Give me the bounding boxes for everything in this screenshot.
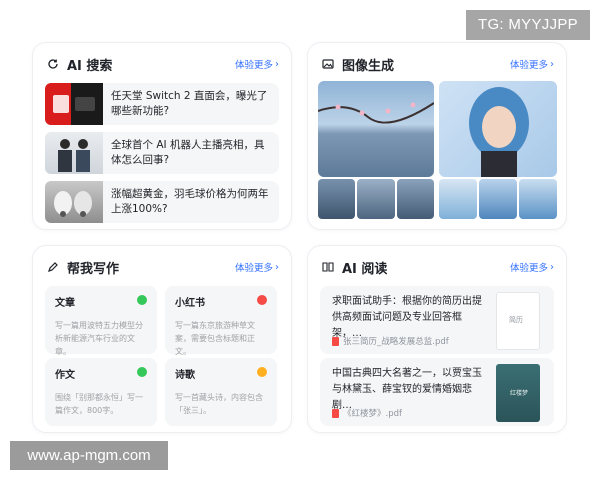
resume-cover: 简历	[496, 292, 540, 350]
reading-card: AI 阅读 体验更多 › 求职面试助手：根据你的简历出提供高频面试问题及专业回答框…	[307, 245, 567, 433]
reading-doc-hongloumeng[interactable]: 中国古典四大名著之一，以贾宝玉与林黛玉、薛宝钗的爱情婚姻悲剧… 《红楼梦》.pd…	[320, 358, 554, 426]
plum-thumb-3[interactable]	[397, 179, 434, 219]
tile-title: 小红书	[175, 298, 205, 309]
chevron-right-icon: ›	[550, 261, 554, 273]
hongloumeng-cover: 红楼梦	[496, 364, 540, 422]
image-gen-card: 图像生成 体验更多 ›	[307, 42, 567, 230]
news-item-badminton[interactable]: 涨幅超黄金，羽毛球价格为何两年上涨100%?	[45, 181, 279, 223]
writing-tile-xiaohongshu[interactable]: 小红书 写一篇东京旅游种草文案，需要包含标题和正文。	[165, 286, 277, 356]
writing-more-link[interactable]: 体验更多 ›	[235, 260, 279, 275]
image-gen-header: 图像生成 体验更多 ›	[322, 53, 554, 75]
pdf-icon	[332, 336, 339, 346]
writing-tile-essay[interactable]: 作文 围绕「别那都永恒」写一篇作文，800字。	[45, 358, 157, 426]
reading-header: AI 阅读 体验更多 ›	[322, 256, 554, 278]
ai-search-header: AI 搜索 体验更多 ›	[47, 53, 279, 75]
news-text: 涨幅超黄金，羽毛球价格为何两年上涨100%?	[111, 188, 269, 215]
tile-desc: 写一篇东京旅游种草文案，需要包含标题和正文。	[175, 321, 255, 356]
xiaohongshu-dot-icon	[257, 295, 267, 305]
writing-tile-poem[interactable]: 诗歌 写一首藏头诗，内容包含「张三」。	[165, 358, 277, 426]
plum-blossom-sea-image[interactable]	[318, 81, 434, 177]
doc-file: 《红楼梦》.pdf	[332, 407, 402, 419]
image-icon	[322, 59, 334, 69]
portrait-thumb-1[interactable]	[439, 179, 477, 219]
poem-dot-icon	[257, 367, 267, 377]
ai-search-title: AI 搜索	[67, 58, 113, 74]
tile-desc: 写一首藏头诗，内容包含「张三」。	[175, 393, 263, 415]
writing-title: 帮我写作	[67, 261, 120, 277]
tile-title: 作文	[55, 370, 75, 381]
ai-search-more-link[interactable]: 体验更多 ›	[235, 57, 279, 72]
blue-hair-portrait-image[interactable]	[439, 81, 557, 177]
switch-thumbnail	[45, 83, 103, 125]
doc-file: 张三简历_战略发展总监.pdf	[332, 335, 449, 347]
portrait-thumb-3[interactable]	[519, 179, 557, 219]
chevron-right-icon: ›	[275, 58, 279, 70]
plum-thumb-2[interactable]	[357, 179, 395, 219]
robot-thumbnail	[45, 132, 103, 174]
reading-doc-resume[interactable]: 求职面试助手：根据你的简历出提供高频面试问题及专业回答框架，… 张三简历_战略发…	[320, 286, 554, 354]
badminton-thumbnail	[45, 181, 103, 223]
news-item-switch[interactable]: 任天堂 Switch 2 直面会，曝光了哪些新功能?	[45, 83, 279, 125]
writing-tile-article[interactable]: 文章 写一篇用波特五力模型分析新能源汽车行业的文章。	[45, 286, 157, 356]
pdf-icon	[332, 408, 339, 418]
writing-header: 帮我写作 体验更多 ›	[47, 256, 279, 278]
reading-title: AI 阅读	[342, 261, 388, 277]
news-item-robot[interactable]: 全球首个 AI 机器人主播亮相，具体怎么回事?	[45, 132, 279, 174]
image-gen-title: 图像生成	[342, 58, 395, 74]
book-icon	[322, 262, 334, 272]
portrait-thumb-2[interactable]	[479, 179, 517, 219]
image-gen-more-link[interactable]: 体验更多 ›	[510, 57, 554, 72]
tile-title: 文章	[55, 298, 75, 309]
plum-thumb-1[interactable]	[318, 179, 355, 219]
essay-check-icon	[137, 367, 147, 377]
watermark-site: www.ap-mgm.com	[10, 441, 168, 470]
writing-card: 帮我写作 体验更多 › 文章 写一篇用波特五力模型分析新能源汽车行业的文章。 小红…	[32, 245, 292, 433]
tile-desc: 写一篇用波特五力模型分析新能源汽车行业的文章。	[55, 321, 143, 356]
chevron-right-icon: ›	[275, 261, 279, 273]
tile-desc: 围绕「别那都永恒」写一篇作文，800字。	[55, 393, 143, 415]
reading-more-link[interactable]: 体验更多 ›	[510, 260, 554, 275]
news-text: 全球首个 AI 机器人主播亮相，具体怎么回事?	[111, 139, 265, 166]
news-text: 任天堂 Switch 2 直面会，曝光了哪些新功能?	[111, 90, 268, 117]
watermark-tg: TG: MYYJJPP	[466, 10, 590, 40]
article-dot-icon	[137, 295, 147, 305]
tile-title: 诗歌	[175, 370, 195, 381]
ai-search-card: AI 搜索 体验更多 › 任天堂 Switch 2 直面会，曝光了哪些新功能? 全…	[32, 42, 292, 230]
pen-icon	[48, 262, 58, 272]
chevron-right-icon: ›	[550, 58, 554, 70]
search-refresh-icon	[48, 59, 58, 69]
